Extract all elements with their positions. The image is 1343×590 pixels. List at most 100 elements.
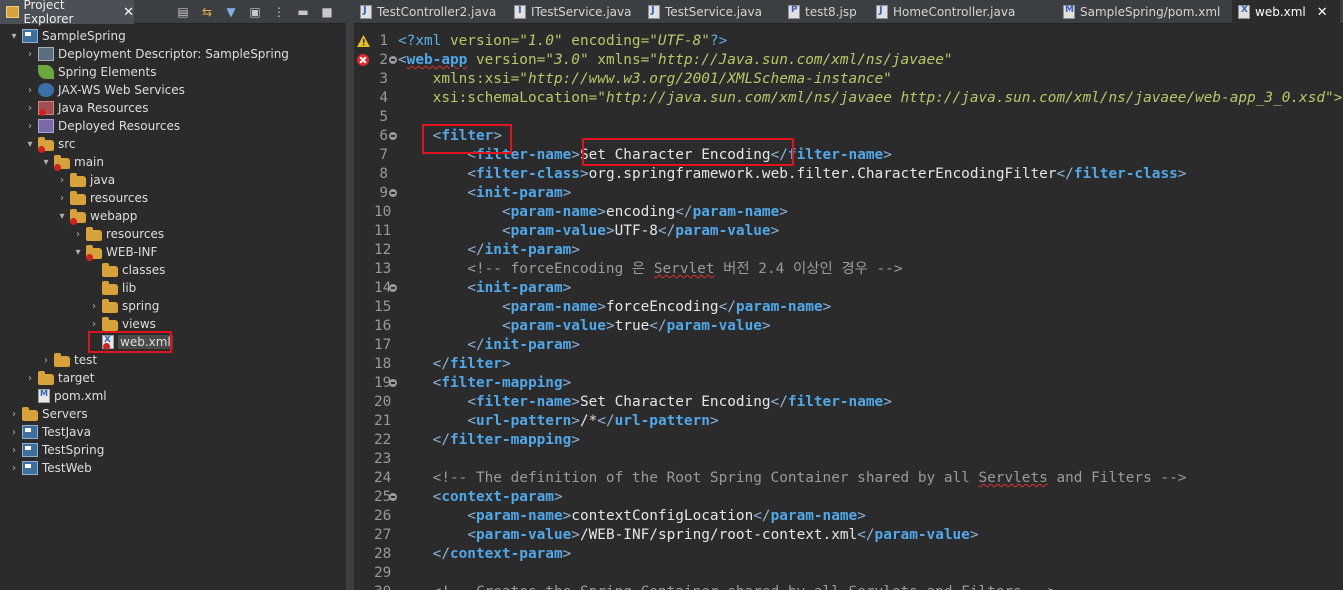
fold-toggle-icon[interactable]: [389, 284, 397, 292]
code-line[interactable]: <filter-name>Set Character Encoding</fil…: [398, 146, 1343, 165]
code-line[interactable]: <param-value>UTF-8</param-value>: [398, 222, 1343, 241]
tree-item-testjava[interactable]: › TestJava: [0, 423, 346, 441]
expanded-chevron-icon[interactable]: ▾: [40, 157, 52, 168]
code-line[interactable]: <!-- forceEncoding 은 Servlet 버전 2.4 이상인 …: [398, 260, 1343, 279]
collapsed-chevron-icon[interactable]: ›: [24, 103, 36, 114]
collapse-all-icon[interactable]: ▤: [174, 3, 192, 21]
tab-testservice-java[interactable]: TestService.java: [642, 0, 780, 24]
code-line[interactable]: <?xml version="1.0" encoding="UTF-8"?>: [398, 32, 1343, 51]
expanded-chevron-icon[interactable]: ▾: [56, 211, 68, 222]
code-line[interactable]: <param-name>encoding</param-name>: [398, 203, 1343, 222]
tree-item-pom-xml[interactable]: pom.xml: [0, 387, 346, 405]
tree-item-jax-ws-web-services[interactable]: › JAX-WS Web Services: [0, 81, 346, 99]
code-line[interactable]: </filter-mapping>: [398, 431, 1343, 450]
code-line[interactable]: <param-value>/WEB-INF/spring/root-contex…: [398, 526, 1343, 545]
tab-test8-jsp[interactable]: test8.jsp: [782, 0, 868, 24]
collapsed-chevron-icon[interactable]: ›: [88, 319, 100, 330]
warning-icon[interactable]: [357, 35, 370, 47]
tree-item-samplespring[interactable]: ▾ SampleSpring: [0, 27, 346, 45]
code-editor[interactable]: 1 2 3 4 5 6 7 8 9 10 11 12 13 14 15 16 17 18 19 20 21 22 23 24 2…: [354, 32, 1343, 590]
code-line[interactable]: <context-param>: [398, 488, 1343, 507]
code-line[interactable]: <init-param>: [398, 279, 1343, 298]
close-icon[interactable]: ✕: [1317, 5, 1328, 20]
fold-toggle-icon[interactable]: [389, 56, 397, 64]
collapsed-chevron-icon[interactable]: ›: [24, 373, 36, 384]
code-line[interactable]: <filter-class>org.springframework.web.fi…: [398, 165, 1343, 184]
tree-item-testweb[interactable]: › TestWeb: [0, 459, 346, 477]
tree-item-test[interactable]: › test: [0, 351, 346, 369]
tree-item-deployed-resources[interactable]: › Deployed Resources: [0, 117, 346, 135]
tree-item-resources[interactable]: › resources: [0, 189, 346, 207]
tree-item-views[interactable]: › views: [0, 315, 346, 333]
tree-item-java-resources[interactable]: › Java Resources: [0, 99, 346, 117]
collapsed-chevron-icon[interactable]: ›: [88, 301, 100, 312]
error-icon[interactable]: [357, 54, 369, 66]
tab-samplespring-pom-xml[interactable]: SampleSpring/pom.xml: [1057, 0, 1230, 24]
tree-item-testspring[interactable]: › TestSpring: [0, 441, 346, 459]
code-line[interactable]: <filter-name>Set Character Encoding</fil…: [398, 393, 1343, 412]
fold-toggle-icon[interactable]: [389, 132, 397, 140]
collapsed-chevron-icon[interactable]: ›: [8, 409, 20, 420]
collapsed-chevron-icon[interactable]: ›: [24, 121, 36, 132]
collapsed-chevron-icon[interactable]: ›: [40, 355, 52, 366]
code-text[interactable]: <?xml version="1.0" encoding="UTF-8"?> <w…: [398, 32, 1343, 590]
fold-toggle-icon[interactable]: [389, 379, 397, 387]
tab-testcontroller2-java[interactable]: TestController2.java: [354, 0, 506, 24]
collapsed-chevron-icon[interactable]: ›: [8, 445, 20, 456]
tree-item-java[interactable]: › java: [0, 171, 346, 189]
code-line[interactable]: <url-pattern>/*</url-pattern>: [398, 412, 1343, 431]
collapsed-chevron-icon[interactable]: ›: [56, 193, 68, 204]
panel-divider[interactable]: [346, 0, 354, 590]
project-explorer-tab[interactable]: Project Explorer ✕: [0, 0, 134, 26]
code-line[interactable]: [398, 564, 1343, 583]
code-line[interactable]: </filter>: [398, 355, 1343, 374]
code-line[interactable]: [398, 450, 1343, 469]
tree-item-servers[interactable]: › Servers: [0, 405, 346, 423]
code-line[interactable]: xmlns:xsi="http://www.w3.org/2001/XMLSch…: [398, 70, 1343, 89]
code-line[interactable]: <param-value>true</param-value>: [398, 317, 1343, 336]
expanded-chevron-icon[interactable]: ▾: [8, 31, 20, 42]
expanded-chevron-icon[interactable]: ▾: [72, 247, 84, 258]
tree-item-resources[interactable]: › resources: [0, 225, 346, 243]
code-line[interactable]: xsi:schemaLocation="http://java.sun.com/…: [398, 89, 1343, 108]
code-line[interactable]: <filter>: [398, 127, 1343, 146]
code-line[interactable]: </context-param>: [398, 545, 1343, 564]
code-line[interactable]: <param-name>contextConfigLocation</param…: [398, 507, 1343, 526]
tree-item-web-xml[interactable]: web.xml: [0, 333, 346, 351]
code-line[interactable]: <filter-mapping>: [398, 374, 1343, 393]
collapsed-chevron-icon[interactable]: ›: [24, 85, 36, 96]
code-line[interactable]: </init-param>: [398, 241, 1343, 260]
link-with-editor-icon[interactable]: ⇆: [198, 3, 216, 21]
tab-web-xml[interactable]: web.xml ✕: [1232, 0, 1340, 24]
fold-toggle-icon[interactable]: [389, 493, 397, 501]
code-line[interactable]: <!-- Creates the Spring Container shared…: [398, 583, 1343, 590]
tree-item-target[interactable]: › target: [0, 369, 346, 387]
collapsed-chevron-icon[interactable]: ›: [56, 175, 68, 186]
expanded-chevron-icon[interactable]: ▾: [24, 139, 36, 150]
tree-item-classes[interactable]: classes: [0, 261, 346, 279]
filter-icon[interactable]: ▼: [222, 3, 240, 21]
code-line[interactable]: <web-app version="3.0" xmlns="http://Jav…: [398, 51, 1343, 70]
fold-toggle-icon[interactable]: [389, 189, 397, 197]
collapsed-chevron-icon[interactable]: ›: [72, 229, 84, 240]
code-line[interactable]: <!-- The definition of the Root Spring C…: [398, 469, 1343, 488]
maximize-icon[interactable]: ■: [318, 3, 336, 21]
tree-item-main[interactable]: ▾ main: [0, 153, 346, 171]
code-line[interactable]: </init-param>: [398, 336, 1343, 355]
close-icon[interactable]: ✕: [123, 5, 134, 20]
collapsed-chevron-icon[interactable]: ›: [8, 463, 20, 474]
tab-homecontroller-java[interactable]: HomeController.java: [870, 0, 1055, 24]
collapsed-chevron-icon[interactable]: ›: [24, 49, 36, 60]
code-line[interactable]: <param-name>forceEncoding</param-name>: [398, 298, 1343, 317]
tree-item-spring[interactable]: › spring: [0, 297, 346, 315]
tree-item-lib[interactable]: lib: [0, 279, 346, 297]
code-line[interactable]: [398, 108, 1343, 127]
tab-itestservice-java[interactable]: ITestService.java: [508, 0, 640, 24]
tree-item-spring-elements[interactable]: Spring Elements: [0, 63, 346, 81]
minimize-icon[interactable]: ▬: [294, 3, 312, 21]
tree-item-web-inf[interactable]: ▾ WEB-INF: [0, 243, 346, 261]
collapsed-chevron-icon[interactable]: ›: [8, 427, 20, 438]
view-menu-icon[interactable]: ⋮: [270, 3, 288, 21]
tree-item-webapp[interactable]: ▾ webapp: [0, 207, 346, 225]
code-line[interactable]: <init-param>: [398, 184, 1343, 203]
